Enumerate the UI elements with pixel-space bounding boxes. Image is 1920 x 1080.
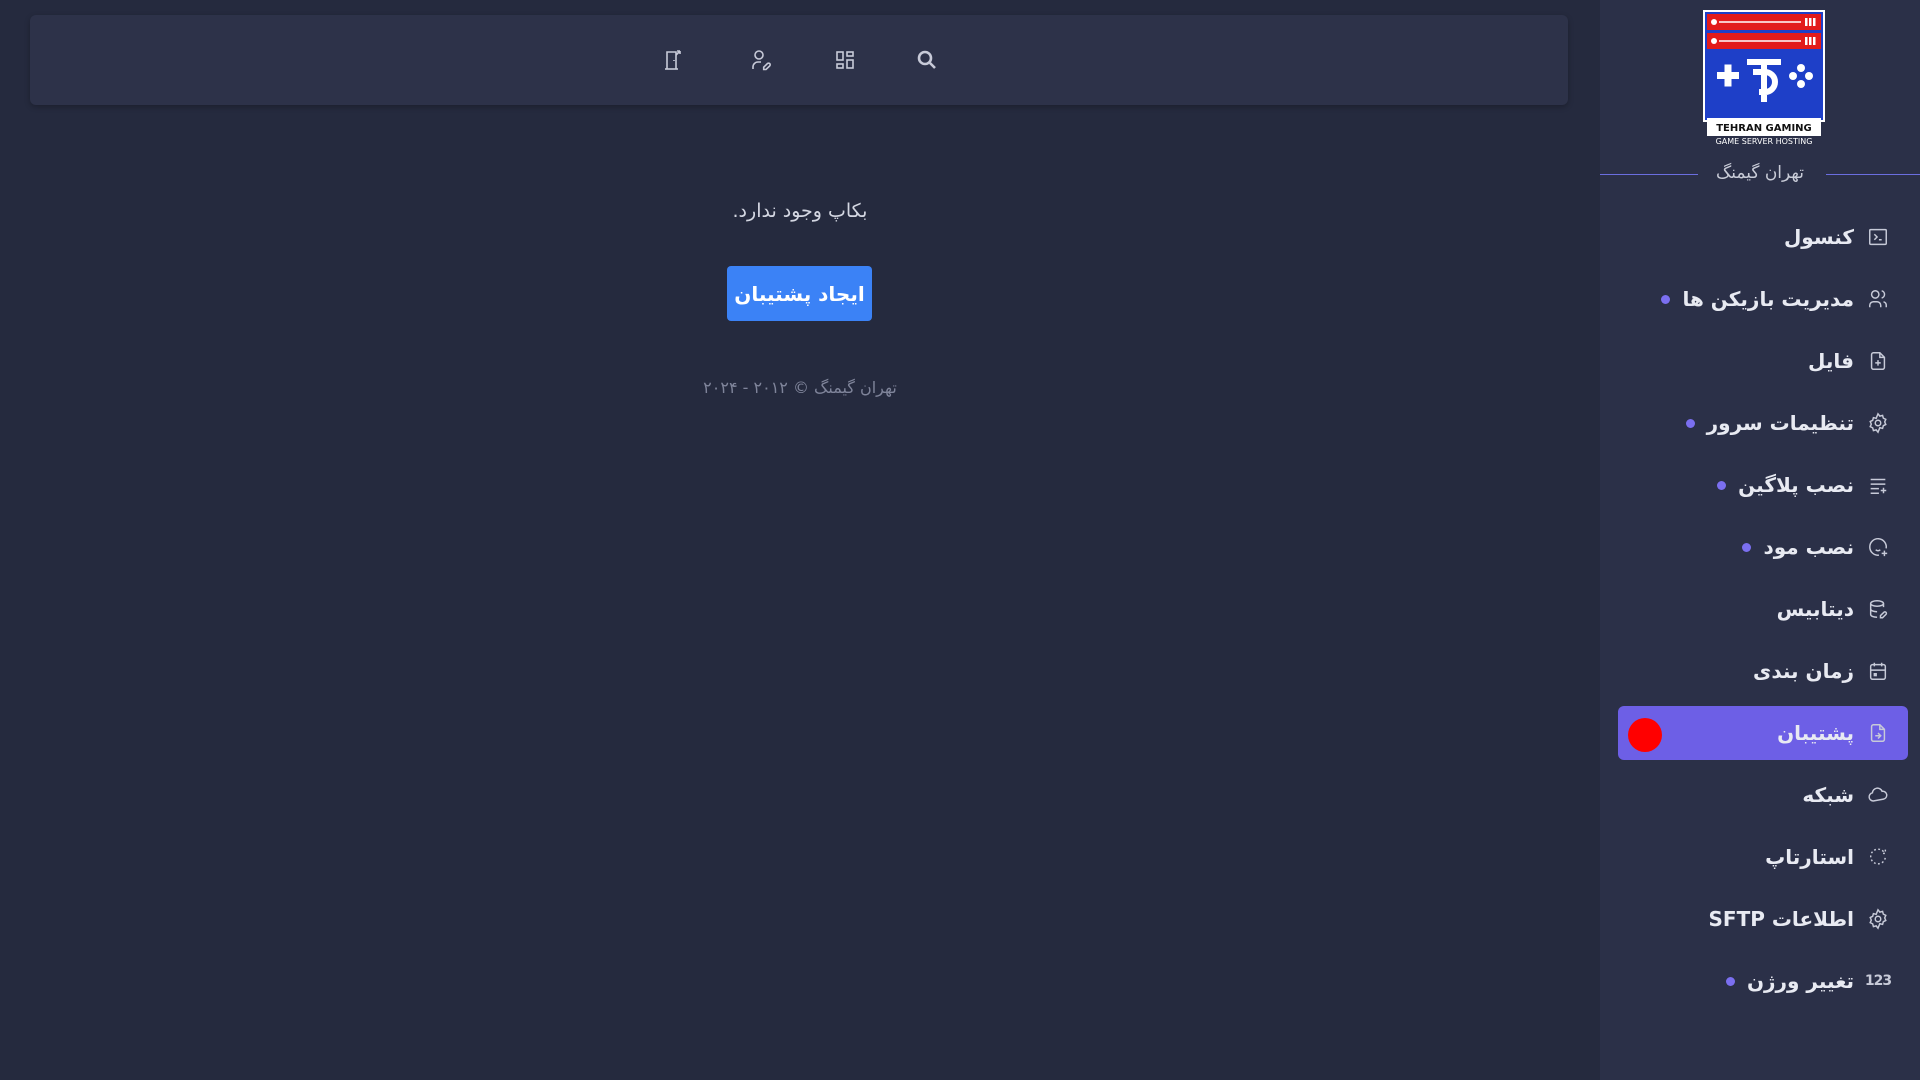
- footer-copyright: تهران گیمنگ © ۲۰۱۲ - ۲۰۲۴: [703, 378, 897, 397]
- sidebar-item-label: اطلاعات SFTP: [1708, 907, 1855, 931]
- sidebar-item-server-settings[interactable]: تنظیمات سرور: [1618, 396, 1908, 450]
- empty-backup-message: بکاپ وجود ندارد.: [732, 200, 868, 222]
- terminal-icon: [1866, 225, 1890, 249]
- mood-add-icon: [1866, 535, 1890, 559]
- top-bar: [30, 15, 1568, 105]
- create-backup-button[interactable]: ایجاد پشتیبان: [727, 266, 872, 321]
- sidebar-item-console[interactable]: کنسول: [1618, 210, 1908, 264]
- playlist-add-icon: [1866, 473, 1890, 497]
- calendar-icon: [1866, 659, 1890, 683]
- brand-row: تهران گیمنگ: [1600, 163, 1920, 187]
- sidebar-item-label: زمان بندی: [1753, 659, 1854, 683]
- sidebar-item-network[interactable]: شبکه: [1618, 768, 1908, 822]
- indicator-dot: [1717, 480, 1727, 490]
- sidebar-item-backups[interactable]: پشتیبان: [1618, 706, 1908, 760]
- brand-logo[interactable]: TEHRAN GAMING GAME SERVER HOSTING: [1703, 10, 1825, 146]
- indicator-dot: [1742, 542, 1752, 552]
- sidebar-item-label: مدیریت بازیکن ها: [1682, 287, 1854, 311]
- sidebar-item-label: کنسول: [1783, 225, 1854, 249]
- sidebar: TEHRAN GAMING GAME SERVER HOSTING تهران …: [1600, 0, 1920, 1080]
- gear-icon: [1866, 907, 1890, 931]
- sidebar-item-label: تغییر ورژن: [1746, 969, 1854, 993]
- dashboard-icon[interactable]: [830, 45, 860, 75]
- database-icon: [1866, 597, 1890, 621]
- sidebar-item-startup[interactable]: استارتاپ: [1618, 830, 1908, 884]
- divider: [1826, 174, 1920, 175]
- sidebar-item-label: فایل: [1808, 349, 1854, 373]
- cloud-icon: [1866, 783, 1890, 807]
- sidebar-item-schedules[interactable]: زمان بندی: [1618, 644, 1908, 698]
- user-edit-icon[interactable]: [746, 45, 776, 75]
- sidebar-item-label: پشتیبان: [1777, 721, 1854, 745]
- sidebar-item-label: نصب پلاگین: [1738, 473, 1854, 497]
- numbers-icon: 123: [1864, 973, 1892, 989]
- sidebar-item-label: دیتابیس: [1776, 597, 1854, 621]
- logout-icon[interactable]: [658, 45, 688, 75]
- backup-file-icon: [1866, 721, 1890, 745]
- reload-icon: [1866, 845, 1890, 869]
- sidebar-item-players[interactable]: مدیریت بازیکن ها: [1618, 272, 1908, 326]
- sidebar-item-mods[interactable]: نصب مود: [1618, 520, 1908, 574]
- brand-name: تهران گیمنگ: [1716, 163, 1804, 183]
- sidebar-item-label: شبکه: [1802, 783, 1854, 807]
- sidebar-item-label: نصب مود: [1763, 535, 1854, 559]
- indicator-dot: [1661, 294, 1671, 304]
- users-icon: [1866, 287, 1890, 311]
- file-icon: [1866, 349, 1890, 373]
- sidebar-nav: کنسول مدیریت بازیکن ها فایل تنظیمات سرور…: [1618, 210, 1908, 1016]
- sidebar-item-plugins[interactable]: نصب پلاگین: [1618, 458, 1908, 512]
- search-icon[interactable]: [912, 45, 942, 75]
- sidebar-item-sftp[interactable]: اطلاعات SFTP: [1618, 892, 1908, 946]
- sidebar-item-version[interactable]: 123 تغییر ورژن: [1618, 954, 1908, 1008]
- logo-title-text: TEHRAN GAMING: [1716, 123, 1812, 134]
- sidebar-item-files[interactable]: فایل: [1618, 334, 1908, 388]
- indicator-dot: [1685, 418, 1695, 428]
- logo-subtitle-text: GAME SERVER HOSTING: [1716, 137, 1813, 146]
- sidebar-item-label: استارتاپ: [1765, 845, 1854, 869]
- sidebar-item-database[interactable]: دیتابیس: [1618, 582, 1908, 636]
- indicator-dot: [1725, 976, 1735, 986]
- active-marker: [1628, 718, 1662, 752]
- sidebar-item-label: تنظیمات سرور: [1706, 411, 1854, 435]
- gear-icon: [1866, 411, 1890, 435]
